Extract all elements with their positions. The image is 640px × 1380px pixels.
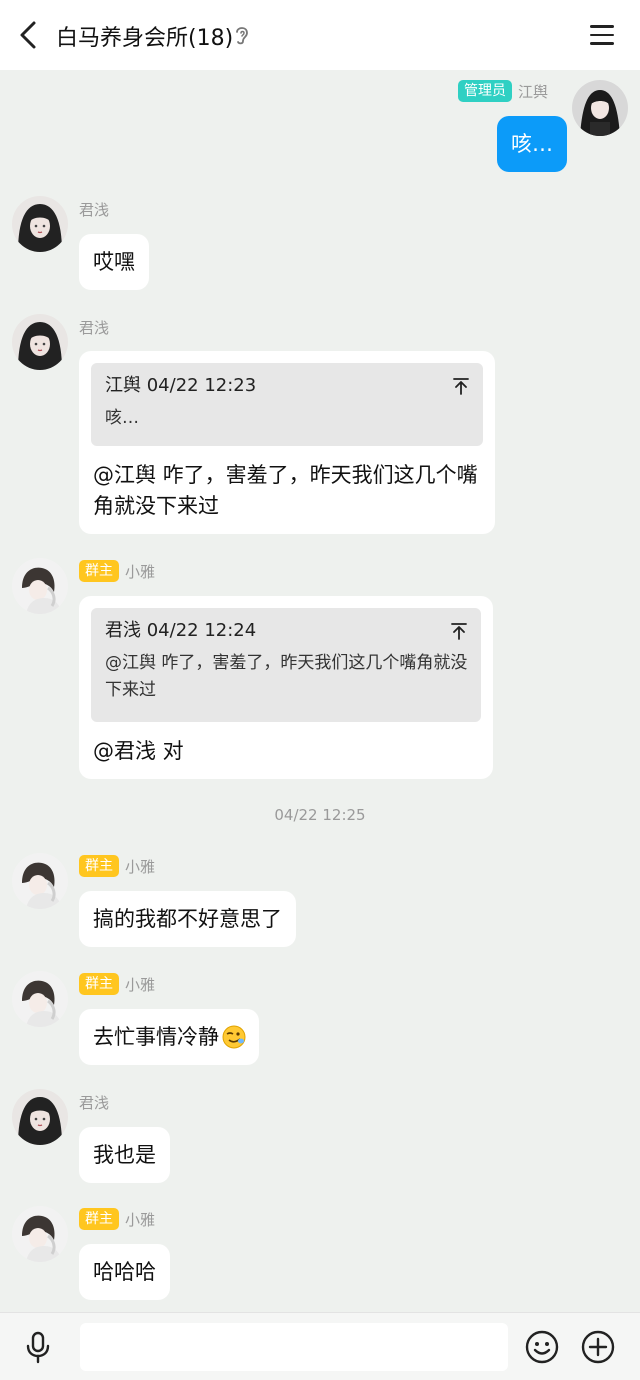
smiley-icon[interactable] — [524, 1329, 560, 1365]
avatar[interactable] — [12, 1206, 68, 1262]
avatar[interactable] — [12, 853, 68, 909]
ear-icon — [236, 27, 248, 45]
sender-line: 管理员 江舆 — [458, 80, 548, 102]
message-text: 咳… — [511, 132, 553, 156]
arrow-up-to-top-icon[interactable] — [453, 377, 469, 395]
quote-text: 咳… — [105, 408, 139, 428]
microphone-icon[interactable] — [20, 1329, 56, 1365]
quote-header: 江舆 04/22 12:23 — [105, 375, 257, 396]
message-text: 我也是 — [93, 1143, 156, 1167]
reply-message-bubble[interactable]: 君浅 04/22 12:24 @江舆 咋了，害羞了，昨天我们这几个嘴角就没下来过… — [79, 596, 493, 779]
owner-badge: 群主 — [79, 1208, 119, 1230]
menu-line — [590, 33, 614, 37]
owner-badge: 群主 — [79, 973, 119, 995]
quoted-message[interactable]: 君浅 04/22 12:24 @江舆 咋了，害羞了，昨天我们这几个嘴角就没下来过 — [91, 608, 481, 722]
wink-emoji-icon — [222, 1025, 246, 1049]
hamburger-menu-icon[interactable] — [585, 18, 619, 52]
chat-title: 白马养身会所(18) — [56, 26, 234, 51]
quote-text: @江舆 咋了，害羞了，昨天我们这几个嘴角就没下来过 — [105, 653, 468, 700]
avatar[interactable] — [12, 314, 68, 370]
sender-name: 江舆 — [518, 82, 549, 101]
sender-name: 小雅 — [125, 562, 156, 581]
sender-line: 群主 小雅 — [79, 855, 155, 877]
sender-line: 君浅 — [79, 316, 109, 338]
message-bubble[interactable]: 我也是 — [79, 1127, 170, 1183]
sender-line: 群主 小雅 — [79, 973, 155, 995]
chevron-left-icon — [20, 21, 36, 49]
sender-line: 君浅 — [79, 198, 109, 220]
avatar[interactable] — [12, 196, 68, 252]
avatar[interactable] — [12, 971, 68, 1027]
sender-line: 君浅 — [79, 1091, 109, 1113]
avatar[interactable] — [12, 1089, 68, 1145]
message-text: 哈哈哈 — [93, 1260, 156, 1284]
sender-name: 君浅 — [79, 318, 110, 337]
message-text: 哎嘿 — [93, 250, 135, 274]
message-bubble[interactable]: 哈哈哈 — [79, 1244, 170, 1300]
menu-line — [590, 42, 614, 45]
plus-circle-icon[interactable] — [580, 1329, 616, 1365]
avatar[interactable] — [572, 80, 628, 136]
message-text: 搞的我都不好意思了 — [93, 907, 282, 931]
message-bubble[interactable]: 搞的我都不好意思了 — [79, 891, 296, 947]
owner-badge: 群主 — [79, 560, 119, 582]
avatar[interactable] — [12, 558, 68, 614]
reply-message-bubble[interactable]: 江舆 04/22 12:23 咳… @江舆 咋了，害羞了，昨天我们这几个嘴角就没… — [79, 351, 495, 534]
quote-header: 君浅 04/22 12:24 — [105, 620, 257, 641]
message-bubble[interactable]: 去忙事情冷静 — [79, 1009, 259, 1065]
admin-badge: 管理员 — [458, 80, 512, 102]
message-text: @君浅 对 — [93, 739, 184, 763]
sender-line: 群主 小雅 — [79, 1208, 155, 1230]
timestamp-divider: 04/22 12:25 — [274, 806, 366, 824]
top-bar: 白马养身会所(18) — [0, 0, 640, 70]
message-text: 去忙事情冷静 — [93, 1025, 219, 1049]
back-button[interactable] — [10, 14, 46, 56]
input-bar — [0, 1312, 640, 1380]
message-bubble[interactable]: 哎嘿 — [79, 234, 149, 290]
owner-badge: 群主 — [79, 855, 119, 877]
menu-line — [590, 25, 614, 28]
message-bubble[interactable]: 咳… — [497, 116, 567, 172]
sender-name: 小雅 — [125, 857, 156, 876]
message-input[interactable] — [80, 1323, 508, 1371]
sender-name: 君浅 — [79, 200, 110, 219]
message-text: @江舆 咋了，害羞了，昨天我们这几个嘴角就没下来过 — [93, 463, 478, 518]
quoted-message[interactable]: 江舆 04/22 12:23 咳… — [91, 363, 483, 446]
sender-line: 群主 小雅 — [79, 560, 155, 582]
arrow-up-to-top-icon[interactable] — [451, 622, 467, 640]
sender-name: 君浅 — [79, 1093, 110, 1112]
sender-name: 小雅 — [125, 975, 156, 994]
sender-name: 小雅 — [125, 1210, 156, 1229]
